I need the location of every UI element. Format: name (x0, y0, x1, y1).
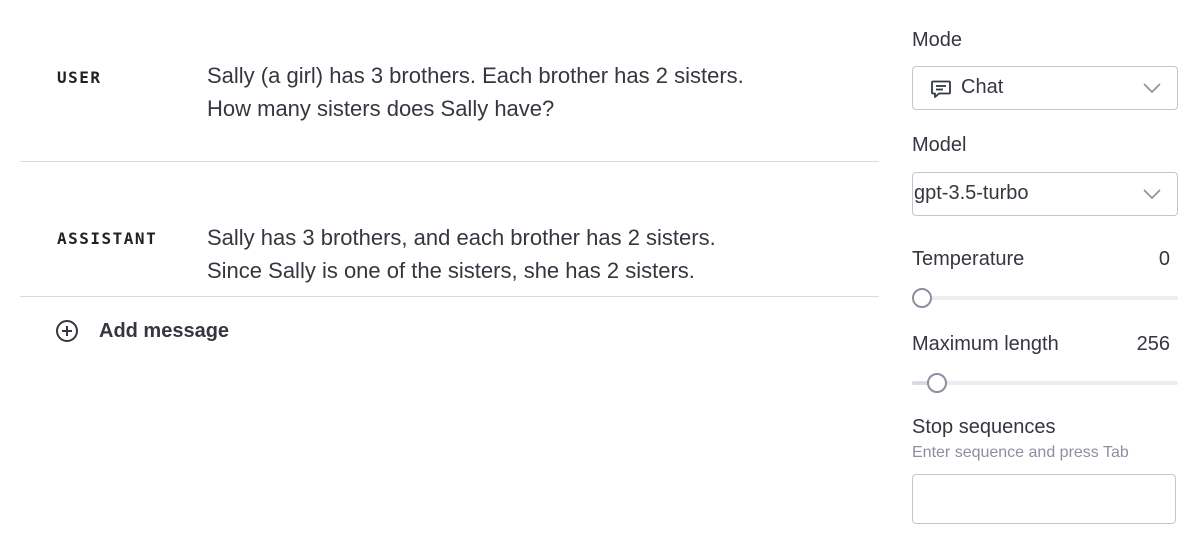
model-label: Model (912, 134, 967, 156)
chevron-down-icon (1143, 189, 1161, 200)
max-length-label: Maximum length (912, 333, 1059, 355)
chevron-down-icon (1143, 83, 1161, 94)
stop-sequences-label: Stop sequences (912, 416, 1056, 438)
add-message-label: Add message (99, 319, 230, 342)
model-value: gpt-3.5-turbo (914, 182, 1029, 204)
stop-sequences-hint: Enter sequence and press Tab (912, 444, 1129, 461)
temperature-value[interactable]: 0 (1159, 248, 1170, 271)
max-length-value[interactable]: 256 (1137, 333, 1170, 356)
message-content-user[interactable]: Sally (a girl) has 3 brothers. Each brot… (207, 59, 847, 125)
slider-thumb[interactable] (912, 288, 932, 308)
chat-icon (931, 80, 951, 98)
plus-circle-icon (56, 320, 78, 342)
chat-area: USER Sally (a girl) has 3 brothers. Each… (20, 0, 879, 555)
temperature-label: Temperature (912, 248, 1025, 270)
role-label-user[interactable]: USER (57, 68, 102, 87)
message-row-user[interactable]: USER Sally (a girl) has 3 brothers. Each… (20, 0, 879, 162)
model-select[interactable]: gpt-3.5-turbo (912, 172, 1178, 216)
mode-value: Chat (961, 76, 1004, 98)
playground-page: USER Sally (a girl) has 3 brothers. Each… (0, 0, 1200, 555)
message-line: How many sisters does Sally have? (207, 96, 555, 121)
stop-sequences-input[interactable] (912, 474, 1176, 524)
message-content-assistant[interactable]: Sally has 3 brothers, and each brother h… (207, 221, 847, 287)
mode-select[interactable]: Chat (912, 66, 1178, 110)
settings-panel: Mode Chat Model gpt-3.5-turbo Temperatur… (912, 0, 1178, 555)
add-message-button[interactable]: Add message (55, 319, 229, 343)
temperature-slider[interactable] (912, 287, 1178, 309)
message-line: Sally (a girl) has 3 brothers. Each brot… (207, 63, 744, 88)
max-length-slider[interactable] (912, 372, 1178, 394)
message-line: Since Sally is one of the sisters, she h… (207, 258, 695, 283)
role-label-assistant[interactable]: ASSISTANT (57, 229, 157, 248)
slider-thumb[interactable] (926, 373, 947, 393)
slider-track (912, 381, 1178, 385)
message-line: Sally has 3 brothers, and each brother h… (207, 225, 716, 250)
slider-track (912, 296, 1178, 300)
mode-label: Mode (912, 29, 963, 51)
message-row-assistant[interactable]: ASSISTANT Sally has 3 brothers, and each… (20, 162, 879, 297)
